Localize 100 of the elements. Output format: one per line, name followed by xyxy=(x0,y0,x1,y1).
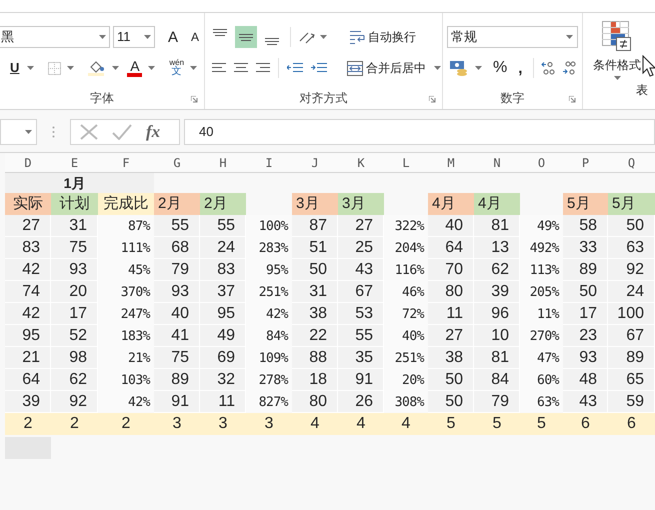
table-cell: 3 xyxy=(154,413,200,435)
table-cell: 25 xyxy=(338,237,384,259)
table-cell: 3 xyxy=(200,413,246,435)
table-cell: 88 xyxy=(292,347,338,369)
align-lines-icon xyxy=(239,34,253,40)
table-cell: 5 xyxy=(474,413,520,435)
percent-button[interactable]: % xyxy=(493,56,508,80)
table-cell: 79 xyxy=(154,259,200,281)
align-right-icon[interactable] xyxy=(256,62,270,74)
wrap-text-icon xyxy=(349,30,365,44)
table-header-cell: 3月 xyxy=(292,193,338,215)
table-cell: 49 xyxy=(200,325,246,347)
table-cell: 27 xyxy=(338,215,384,237)
table-cell: 80 xyxy=(428,281,474,303)
table-cell: 75 xyxy=(154,347,200,369)
table-cell: 89 xyxy=(154,369,200,391)
table-cell: 93 xyxy=(154,281,200,303)
dialog-launcher-icon[interactable] xyxy=(569,96,576,103)
table-cell: 35 xyxy=(338,347,384,369)
ribbon-label: 表 xyxy=(636,83,648,97)
table-header-cell: 完成比 xyxy=(98,193,154,215)
phonetic-button[interactable]: wén 文 xyxy=(169,59,184,77)
table-cell: 83 xyxy=(200,259,246,281)
table-cell: 93 xyxy=(51,259,98,281)
caret-icon[interactable] xyxy=(27,66,34,70)
conditional-formatting-button[interactable]: 条件格式 xyxy=(591,21,643,80)
increase-indent-icon[interactable] xyxy=(311,62,327,74)
font-name-dropdown[interactable]: 黑 xyxy=(0,26,110,48)
caret-icon[interactable] xyxy=(25,130,32,134)
table-cell: 81 xyxy=(474,347,520,369)
caret-icon[interactable] xyxy=(148,66,156,70)
merge-cells-icon xyxy=(347,60,363,76)
align-left-icon[interactable] xyxy=(212,62,226,74)
table-cell: 41 xyxy=(154,325,200,347)
font-color-button[interactable]: A xyxy=(127,59,142,77)
table-cell: 4 xyxy=(292,413,338,435)
caret-icon[interactable] xyxy=(614,76,620,80)
align-center-icon[interactable] xyxy=(234,62,248,74)
caret-icon[interactable] xyxy=(190,66,198,70)
table-cell: 20 xyxy=(51,281,98,303)
table-cell: 2 xyxy=(5,413,51,435)
table-cell: 67 xyxy=(338,281,384,303)
caret-icon[interactable] xyxy=(566,35,573,39)
dialog-launcher-icon[interactable] xyxy=(429,96,436,103)
insert-function-button[interactable]: fx xyxy=(146,119,160,145)
merged-title-cell: 1月 xyxy=(5,173,154,193)
table-cell: 50 xyxy=(292,259,338,281)
formula-input-field[interactable]: 40 xyxy=(184,119,655,145)
table-header-cell: 4月 xyxy=(474,193,520,215)
table-cell: 95 xyxy=(200,303,246,325)
caret-icon[interactable] xyxy=(475,66,482,70)
caret-icon[interactable] xyxy=(99,35,106,39)
table-cell: 51 xyxy=(292,237,338,259)
table-cell: 74 xyxy=(5,281,51,303)
table-cell: 64 xyxy=(428,237,474,259)
table-cell: 91 xyxy=(154,391,200,413)
caret-icon[interactable] xyxy=(67,66,74,70)
caret-icon[interactable] xyxy=(320,35,327,39)
merge-center-button[interactable]: 合并后居中 xyxy=(347,59,426,77)
table-cell: 4 xyxy=(384,413,428,435)
decrease-decimal-icon[interactable] xyxy=(562,61,576,75)
table-cell: 40 xyxy=(428,215,474,237)
table-header-cell: 5月 xyxy=(608,193,655,215)
table-cell: 98 xyxy=(51,347,98,369)
underline-button[interactable]: U xyxy=(8,58,22,78)
table-cell: 65 xyxy=(608,369,655,391)
currency-icon[interactable] xyxy=(450,60,468,76)
table-cell: 42 xyxy=(5,303,51,325)
table-cell: 37 xyxy=(200,281,246,303)
fill-color-icon[interactable] xyxy=(88,60,106,76)
caret-icon[interactable] xyxy=(112,66,120,70)
table-cell: 83 xyxy=(5,237,51,259)
dialog-launcher-icon[interactable] xyxy=(191,96,198,103)
decrease-indent-icon[interactable] xyxy=(287,62,303,74)
table-cell: 50 xyxy=(428,369,474,391)
table-cell: 95 xyxy=(5,325,51,347)
comma-style-button[interactable]: , xyxy=(518,60,522,76)
table-cell: 42 xyxy=(5,259,51,281)
table-cell: 50 xyxy=(608,215,655,237)
table-cell: 53 xyxy=(338,303,384,325)
table-cell: 40 xyxy=(154,303,200,325)
table-header-cell: 4月 xyxy=(428,193,474,215)
increase-decimal-icon[interactable] xyxy=(541,61,556,75)
caret-icon[interactable] xyxy=(144,35,151,39)
borders-icon[interactable] xyxy=(48,62,62,74)
table-cell: 55 xyxy=(200,215,246,237)
vertical-align-button[interactable] xyxy=(235,26,257,48)
table-cell: 5 xyxy=(428,413,474,435)
table-cell: 33 xyxy=(563,237,608,259)
table-cell: 50 xyxy=(563,281,608,303)
table-cell: 43 xyxy=(563,391,608,413)
number-format-dropdown[interactable]: 常规 xyxy=(447,26,578,48)
wrap-text-button[interactable]: 自动换行 xyxy=(349,28,416,46)
shrink-font-button[interactable]: A xyxy=(189,31,202,43)
table-cell: 11 xyxy=(200,391,246,413)
font-size-dropdown[interactable]: 11 xyxy=(113,26,155,48)
caret-icon[interactable] xyxy=(434,66,441,70)
grow-font-button[interactable]: A xyxy=(166,30,180,44)
table-cell: 22 xyxy=(292,325,338,347)
table-cell: 55 xyxy=(154,215,200,237)
